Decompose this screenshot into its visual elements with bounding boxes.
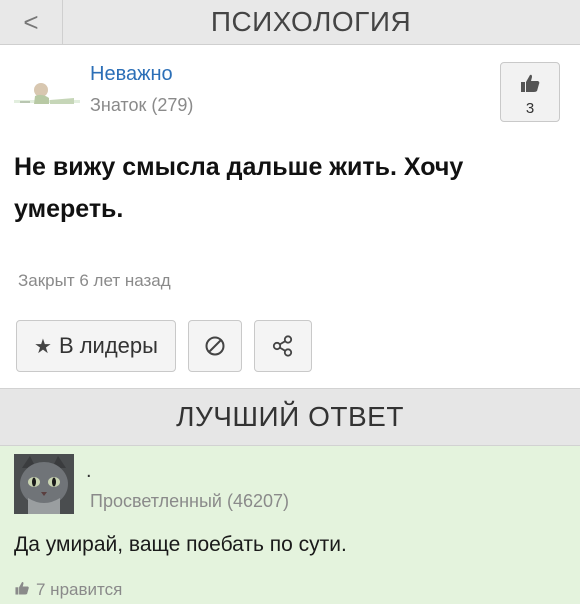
share-icon [272, 335, 293, 357]
answer-author-avatar[interactable] [14, 454, 74, 514]
to-leaders-label: В лидеры [58, 333, 158, 358]
to-leaders-button[interactable]: ★ В лидеры [16, 320, 176, 372]
question-author-rank: Знаток (279) [90, 95, 194, 115]
top-bar: < ПСИХОЛОГИЯ [0, 0, 580, 45]
question-author-avatar[interactable] [14, 60, 80, 116]
answer-text: Да умирай, ваще поебать по сути. [14, 533, 347, 556]
report-icon [205, 336, 225, 356]
question-like-count: 3 [525, 100, 535, 117]
thumb-up-icon [501, 72, 559, 100]
question-like-button[interactable]: 3 [500, 62, 560, 122]
answer-likes[interactable]: 7 нравится [14, 580, 122, 600]
answer-likes-label: 7 нравится [36, 580, 123, 599]
answer-author-rank: Просветленный (46207) [90, 491, 290, 511]
question-author-name[interactable]: Неважно [90, 63, 173, 86]
best-answer-header: ЛУЧШИЙ ОТВЕТ [0, 388, 580, 446]
question-status: Закрыт 6 лет назад [18, 271, 171, 290]
thumb-up-icon [14, 580, 30, 600]
question-text: Не вижу смысла дальше жить. Хочу умереть… [14, 153, 464, 223]
chevron-left-icon: < [23, 6, 39, 37]
page-title: ПСИХОЛОГИЯ [210, 6, 412, 37]
report-button[interactable] [188, 320, 242, 372]
back-button[interactable]: < [0, 0, 63, 44]
answer-author-name[interactable]: . [86, 460, 92, 483]
star-icon: ★ [34, 335, 52, 358]
share-button[interactable] [254, 320, 312, 372]
